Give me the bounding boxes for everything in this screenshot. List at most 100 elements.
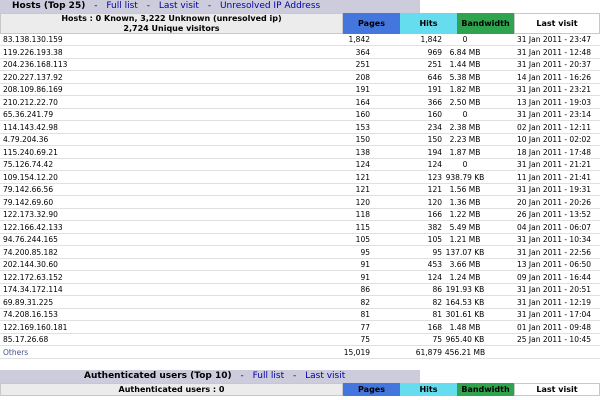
pages-cell: 95 — [360, 247, 370, 257]
table-row: 114.143.42.98 153 234 2.38 MB 02 Jan 2011 - … — [0, 122, 600, 134]
last-visit-cell: 02 Jan 2011 - 12:11 — [517, 122, 592, 132]
table-row: 122.172.63.152 91 124 1.24 MB 09 Jan 2011 - … — [0, 272, 600, 284]
table-row: 4.79.204.36 150 150 2.23 MB 10 Jan 2011 - 02… — [0, 134, 600, 146]
hosts-full-list-link[interactable]: Full list — [106, 0, 137, 13]
last-visit-cell: 31 Jan 2011 - 23:47 — [517, 35, 592, 44]
hosts-last-visit-column-header: Last visit — [514, 13, 600, 34]
table-row: 74.200.85.182 95 95 137.07 KB 31 Jan 2011 - … — [0, 247, 600, 259]
auth-pages-column-header: Pages — [343, 383, 400, 396]
pages-cell: 251 — [355, 60, 370, 69]
pages-cell: 86 — [360, 285, 370, 294]
pages-cell: 118 — [355, 210, 370, 219]
last-visit-cell: 13 Jan 2011 - 06:50 — [517, 260, 592, 269]
bandwidth-cell: 1.24 MB — [449, 272, 481, 282]
bandwidth-cell: 1.36 MB — [449, 197, 481, 207]
pages-cell: 105 — [355, 235, 370, 244]
table-row: 74.208.16.153 81 81 301.61 KB 31 Jan 2011 - … — [0, 309, 600, 321]
pages-cell: 364 — [355, 47, 370, 57]
host-cell: 109.154.12.20 — [3, 172, 58, 182]
bandwidth-cell: 1.48 MB — [449, 322, 481, 332]
pages-cell: 121 — [355, 185, 370, 194]
bandwidth-cell: 2.38 MB — [449, 122, 481, 132]
bandwidth-cell: 456.21 MB — [444, 347, 486, 357]
last-visit-cell: 31 Jan 2011 - 23:14 — [517, 110, 592, 119]
pages-cell: 91 — [360, 260, 370, 269]
table-row: 174.34.172.114 86 86 191.93 KB 31 Jan 2011 -… — [0, 284, 600, 296]
table-row: 109.154.12.20 121 123 938.79 KB 11 Jan 2011 … — [0, 172, 600, 184]
auth-full-list-link[interactable]: Full list — [253, 370, 284, 383]
auth-section-title: Authenticated users (Top 10) — [84, 371, 232, 381]
host-cell: 4.79.204.36 — [3, 135, 49, 144]
hosts-bandwidth-column-header: Bandwidth — [457, 13, 514, 34]
host-cell: 208.109.86.169 — [3, 85, 63, 94]
pages-cell: 77 — [360, 322, 370, 332]
pages-cell: 164 — [355, 97, 370, 107]
hosts-last-visit-link[interactable]: Last visit — [159, 0, 199, 13]
host-cell: 122.172.63.152 — [3, 272, 63, 282]
last-visit-cell: 31 Jan 2011 - 20:51 — [517, 285, 592, 294]
bandwidth-cell: 0 — [462, 35, 468, 44]
bandwidth-cell: 2.50 MB — [449, 97, 481, 107]
hosts-summary-line2: 2,724 Unique visitors — [123, 23, 220, 33]
pages-cell: 82 — [360, 297, 370, 307]
hosts-unresolved-ip-link[interactable]: Unresolved IP Address — [220, 0, 320, 13]
host-cell: 204.236.168.113 — [3, 60, 68, 69]
host-cell: 202.144.30.60 — [3, 260, 58, 269]
last-visit-cell: 01 Jan 2011 - 09:48 — [517, 322, 592, 332]
auth-bandwidth-column-header: Bandwidth — [457, 383, 514, 396]
link-separator: - — [207, 1, 212, 11]
host-cell: 75.126.74.42 — [3, 160, 54, 169]
link-separator: - — [292, 371, 297, 381]
last-visit-cell: 25 Jan 2011 - 10:45 — [517, 335, 592, 344]
bandwidth-cell: 164.53 KB — [445, 297, 485, 307]
bandwidth-cell: 137.07 KB — [445, 247, 485, 257]
host-cell: 74.200.85.182 — [3, 247, 58, 257]
table-row: 94.76.244.165 105 105 1.21 MB 31 Jan 2011 - … — [0, 234, 600, 246]
bandwidth-cell: 6.84 MB — [449, 47, 481, 57]
link-separator: - — [240, 371, 244, 381]
hosts-summary-line1: Hosts : 0 Known, 3,222 Unknown (unresolv… — [61, 13, 282, 23]
last-visit-cell: 31 Jan 2011 - 21:21 — [517, 160, 592, 169]
host-cell: 94.76.244.165 — [3, 235, 58, 244]
table-row: 65.36.241.79 160 160 0 31 Jan 2011 - 23:14 — [0, 109, 600, 121]
last-visit-cell: 31 Jan 2011 - 20:37 — [517, 60, 592, 69]
table-row: 208.109.86.169 191 191 1.82 MB 31 Jan 2011 -… — [0, 84, 600, 96]
table-row: 75.126.74.42 124 124 0 31 Jan 2011 - 21:21 — [0, 159, 600, 171]
host-cell: 85.17.26.68 — [3, 335, 49, 344]
last-visit-cell: 18 Jan 2011 - 17:48 — [517, 147, 592, 157]
host-cell: 119.226.193.38 — [3, 47, 63, 57]
pages-cell: 124 — [355, 160, 370, 169]
last-visit-cell: 20 Jan 2011 - 20:26 — [517, 197, 592, 207]
host-cell: 122.173.32.90 — [3, 210, 58, 219]
others-row: Others 15,019 61,879 456.21 MB — [0, 347, 600, 359]
bandwidth-cell: 5.49 MB — [449, 222, 481, 232]
host-cell: 83.138.130.159 — [3, 35, 63, 44]
bandwidth-cell: 2.23 MB — [449, 135, 481, 144]
last-visit-cell: 31 Jan 2011 - 10:34 — [517, 235, 592, 244]
last-visit-cell: 31 Jan 2011 - 12:19 — [517, 297, 592, 307]
table-row: 204.236.168.113 251 251 1.44 MB 31 Jan 2011 … — [0, 59, 600, 71]
bandwidth-cell: 1.22 MB — [449, 210, 481, 219]
table-row: 83.138.130.159 1,842 1,842 0 31 Jan 2011 - 2… — [0, 34, 600, 46]
pages-cell: 153 — [355, 122, 370, 132]
table-row: 122.166.42.133 115 382 5.49 MB 04 Jan 2011 -… — [0, 222, 600, 234]
last-visit-cell: 31 Jan 2011 - 23:21 — [517, 85, 592, 94]
last-visit-cell: 10 Jan 2011 - 02:02 — [517, 135, 592, 144]
hosts-summary-header: Hosts : 0 Known, 3,222 Unknown (unresolv… — [0, 13, 343, 34]
table-row: 85.17.26.68 75 75 965.40 KB 25 Jan 2011 - 10… — [0, 334, 600, 346]
host-cell: 74.208.16.153 — [3, 310, 58, 319]
last-visit-cell: 13 Jan 2011 - 19:03 — [517, 97, 592, 107]
bandwidth-cell: 1.21 MB — [449, 235, 481, 244]
pages-cell: 150 — [355, 135, 370, 144]
host-cell: 122.166.42.133 — [3, 222, 63, 232]
last-visit-cell: 31 Jan 2011 - 12:48 — [517, 47, 592, 57]
hosts-section-header: Hosts (Top 25) - Full list - Last visit … — [0, 0, 420, 13]
bandwidth-cell: 5.38 MB — [449, 72, 481, 82]
pages-cell: 15,019 — [343, 347, 370, 357]
pages-cell: 91 — [360, 272, 370, 282]
table-row: 69.89.31.225 82 82 164.53 KB 31 Jan 2011 - 1… — [0, 297, 600, 309]
pages-cell: 191 — [355, 85, 370, 94]
last-visit-cell: 09 Jan 2011 - 16:44 — [517, 272, 592, 282]
host-cell: Others — [3, 347, 29, 357]
auth-last-visit-link[interactable]: Last visit — [305, 370, 345, 383]
